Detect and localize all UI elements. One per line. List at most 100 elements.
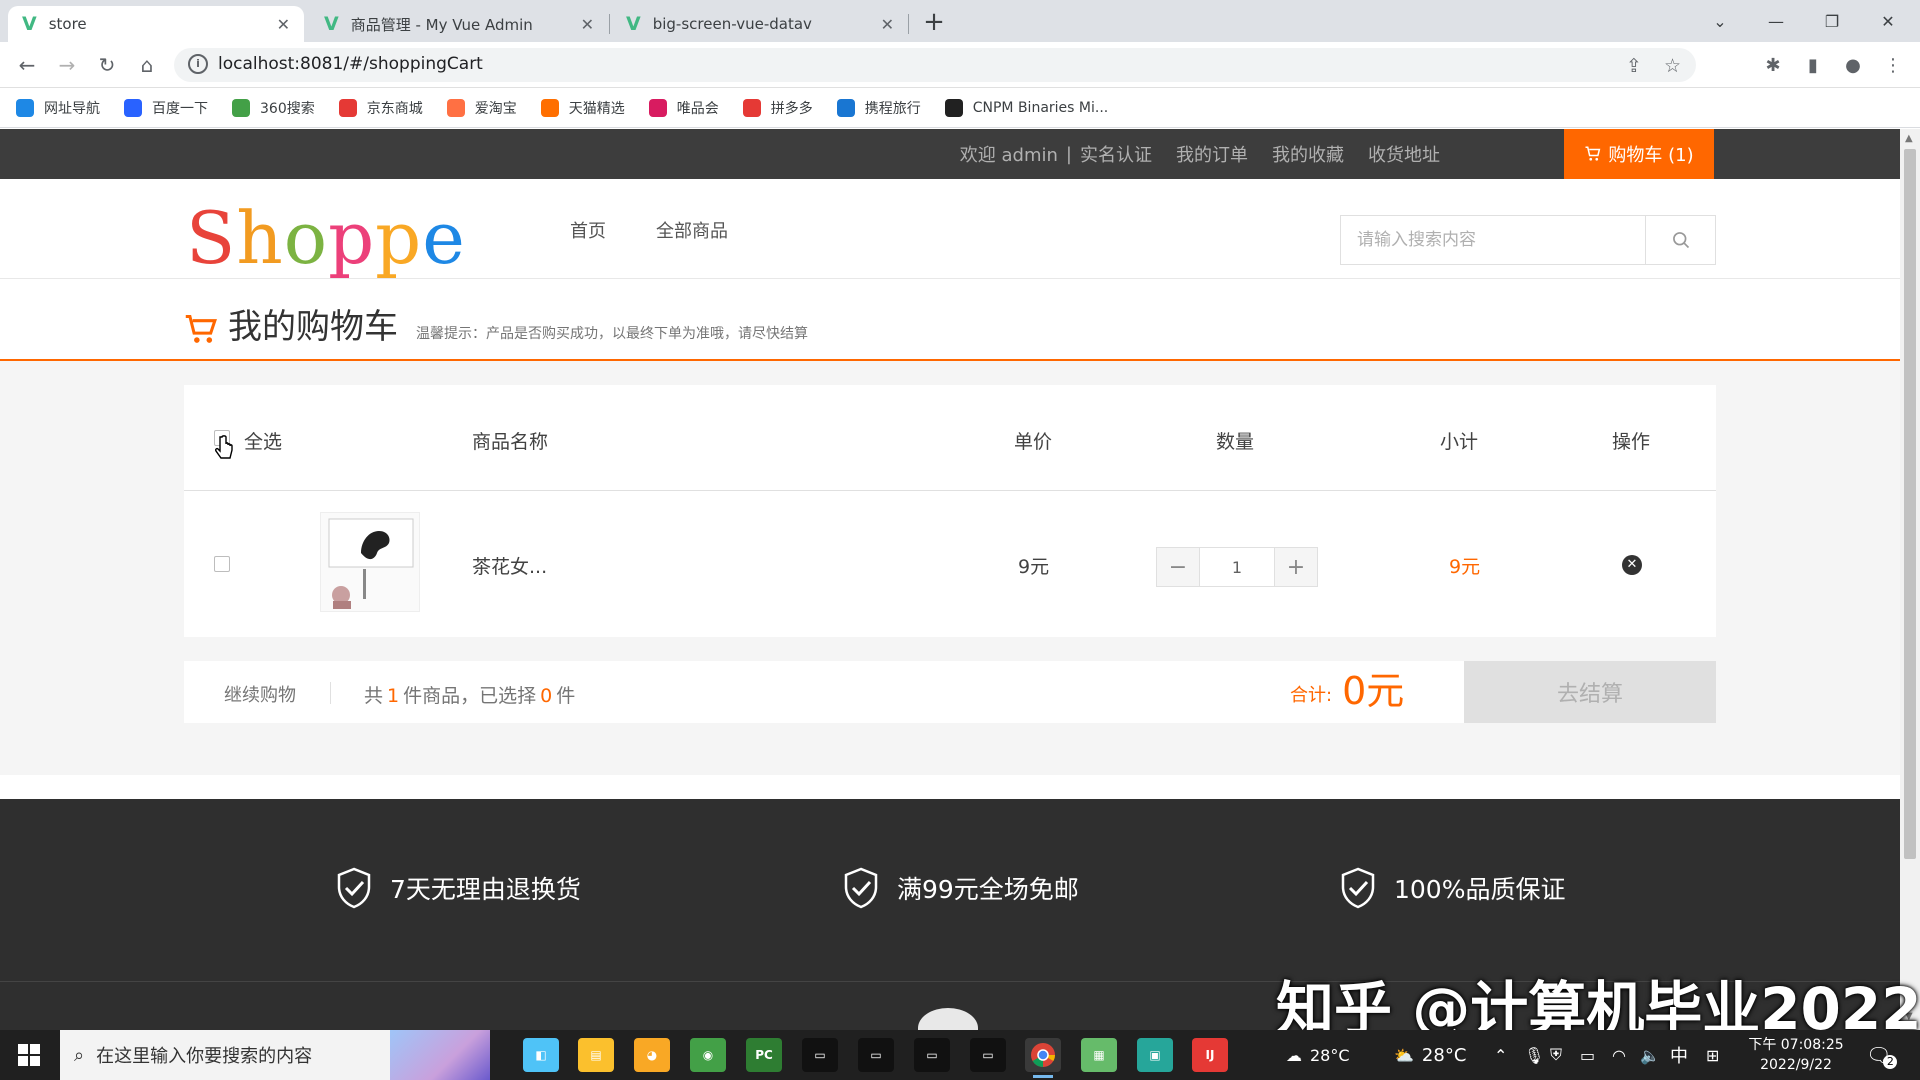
increase-button[interactable]: +	[1275, 548, 1317, 586]
taskbar-app-intellij-icon[interactable]: IJ	[1192, 1038, 1228, 1072]
total-label: 合计:	[1290, 685, 1333, 706]
share-icon[interactable]: ⇪	[1626, 55, 1642, 77]
close-icon[interactable]: ✕	[881, 15, 894, 34]
continue-shopping-link[interactable]: 继续购物	[224, 681, 296, 707]
weather-widget[interactable]: ☁ 28°C	[1286, 1030, 1350, 1080]
side-panel-icon[interactable]: ▮	[1798, 50, 1828, 80]
page-viewport: 欢迎 admin | 实名认证 我的订单 我的收藏 收货地址 购物车 (1) S…	[0, 129, 1900, 1030]
nav-all-products[interactable]: 全部商品	[656, 217, 728, 243]
bookmark-item[interactable]: 爱淘宝	[446, 98, 517, 118]
wifi-icon[interactable]: ◠	[1612, 1030, 1626, 1080]
url-text[interactable]: localhost:8081/#/shoppingCart	[218, 54, 483, 74]
site-info-icon[interactable]: i	[188, 54, 208, 74]
page-scrollbar[interactable]: ▲ ▼	[1900, 129, 1920, 1030]
bookmark-item[interactable]: CNPM Binaries Mi...	[944, 98, 1109, 117]
feature-quality: 100%品质保证	[1340, 867, 1565, 909]
shop-logo[interactable]: Shoppe	[186, 199, 466, 277]
select-all-label[interactable]: 全选	[244, 427, 282, 454]
extensions-icon[interactable]: ✱	[1758, 50, 1788, 80]
cart-button-label: 购物车 (1)	[1608, 145, 1694, 166]
minimize-button[interactable]: —	[1748, 0, 1804, 42]
system-clock[interactable]: 下午 07:08:25 2022/9/22	[1746, 1035, 1846, 1075]
taskbar-app-terminal-icon[interactable]: ▭	[802, 1038, 838, 1072]
new-tab-button[interactable]: +	[918, 6, 950, 38]
orders-link[interactable]: 我的订单	[1176, 141, 1248, 167]
cart-heading: 我的购物车 温馨提示：产品是否购买成功，以最终下单为准哦，请尽快结算	[184, 307, 808, 347]
bookmark-item[interactable]: 携程旅行	[836, 98, 921, 118]
bookmark-label: 网址导航	[44, 100, 100, 117]
shield-check-icon	[844, 867, 878, 909]
cart-total: 合计: 0元	[1290, 669, 1404, 713]
reload-button[interactable]: ↻	[92, 50, 122, 80]
bookmark-item[interactable]: 唯品会	[648, 98, 719, 118]
bookmark-item[interactable]: 百度一下	[124, 98, 208, 118]
close-icon[interactable]: ✕	[581, 15, 594, 34]
tab-separator	[908, 14, 909, 34]
bookmark-item[interactable]: 京东商城	[338, 98, 423, 118]
taskbar-app-files-icon[interactable]: ▤	[578, 1038, 614, 1072]
nav-home[interactable]: 首页	[570, 217, 606, 243]
decrease-button[interactable]: −	[1157, 548, 1199, 586]
taskbar-app-pycharm-icon[interactable]: PC	[746, 1038, 782, 1072]
battery-icon[interactable]: ▭	[1580, 1030, 1595, 1080]
bookmark-item[interactable]: 网址导航	[16, 98, 100, 118]
bookmark-item[interactable]: 360搜索	[232, 98, 315, 118]
taskbar-app-terminal-icon[interactable]: ▭	[914, 1038, 950, 1072]
taskbar-app-photos-icon[interactable]: ◧	[523, 1038, 559, 1072]
security-shield-icon[interactable]: ⛨	[1550, 1030, 1562, 1080]
bookmark-item[interactable]: 拼多多	[742, 98, 813, 118]
search-input[interactable]	[1341, 216, 1645, 264]
omnibox[interactable]: i localhost:8081/#/shoppingCart ☆ ⇪	[174, 48, 1696, 82]
taskbar-app-image-viewer-icon[interactable]: ▦	[1081, 1038, 1117, 1072]
taskbar-app-window-icon[interactable]: ▣	[1137, 1038, 1173, 1072]
taskbar-app-terminal-icon[interactable]: ▭	[858, 1038, 894, 1072]
start-button[interactable]	[0, 1030, 58, 1080]
weather-widget-2[interactable]: ⛅ 28°C	[1394, 1030, 1466, 1080]
ime-indicator[interactable]: 中	[1670, 1030, 1688, 1080]
delete-item-icon[interactable]: ✕	[1622, 555, 1642, 575]
taskbar-app-chrome-icon[interactable]	[1025, 1038, 1061, 1078]
bookmark-item[interactable]: 天猫精选	[540, 98, 625, 118]
tab-big-screen[interactable]: V big-screen-vue-datav ✕	[612, 6, 908, 42]
cart-button[interactable]: 购物车 (1)	[1564, 129, 1714, 179]
product-image[interactable]	[320, 512, 420, 612]
cart-item-row: 茶花女... 9元 − 1 + 9元 ✕	[184, 492, 1716, 637]
ime-grid-icon[interactable]: ⊞	[1706, 1030, 1719, 1080]
close-icon[interactable]: ✕	[277, 15, 290, 34]
checkout-button[interactable]: 去结算	[1464, 661, 1716, 723]
bookmark-label: CNPM Binaries Mi...	[972, 99, 1109, 116]
taskbar-app-terminal-icon[interactable]: ▭	[970, 1038, 1006, 1072]
address-link[interactable]: 收货地址	[1368, 141, 1440, 167]
item-price: 9元	[1018, 556, 1050, 578]
quantity-value[interactable]: 1	[1199, 548, 1275, 586]
bookmark-label: 天猫精选	[568, 100, 625, 117]
profile-avatar-icon[interactable]: ●	[1838, 50, 1868, 80]
scrollbar-thumb[interactable]	[1904, 149, 1916, 859]
tab-vue-admin[interactable]: V 商品管理 - My Vue Admin ✕	[310, 6, 608, 42]
item-checkbox[interactable]	[214, 556, 230, 572]
tab-search-icon[interactable]: ⌄	[1692, 0, 1748, 42]
realname-link[interactable]: 实名认证	[1080, 141, 1152, 167]
bookmark-star-icon[interactable]: ☆	[1664, 55, 1681, 77]
home-button[interactable]: ⌂	[132, 50, 162, 80]
taskbar-app-360-icon[interactable]: ◉	[690, 1038, 726, 1072]
forward-button[interactable]: →	[52, 50, 82, 80]
cart-table-header: 全选 商品名称 单价 数量 小计 操作	[184, 385, 1716, 491]
clock-date: 2022/9/22	[1760, 1057, 1832, 1073]
tray-chevron-icon[interactable]: ⌃	[1494, 1030, 1507, 1080]
search-highlight-illustration	[390, 1030, 490, 1080]
volume-icon[interactable]: 🔈	[1640, 1030, 1660, 1080]
menu-kebab-icon[interactable]: ⋮	[1878, 50, 1908, 80]
scroll-up-icon[interactable]: ▲	[1905, 133, 1913, 144]
microphone-icon[interactable]: 🎙	[1524, 1030, 1544, 1080]
restore-button[interactable]: ❐	[1804, 0, 1860, 42]
favorites-link[interactable]: 我的收藏	[1272, 141, 1344, 167]
notification-center-icon[interactable]: 🗨 2	[1866, 1030, 1898, 1080]
close-window-button[interactable]: ✕	[1860, 0, 1916, 42]
back-button[interactable]: ←	[12, 50, 42, 80]
taskbar-search[interactable]: ⌕ 在这里输入你要搜索的内容	[60, 1030, 490, 1080]
item-name[interactable]: 茶花女...	[472, 552, 547, 579]
search-button[interactable]	[1645, 216, 1715, 264]
taskbar-app-navicat-icon[interactable]: ◕	[634, 1038, 670, 1072]
tab-store[interactable]: V store ✕	[8, 6, 304, 42]
